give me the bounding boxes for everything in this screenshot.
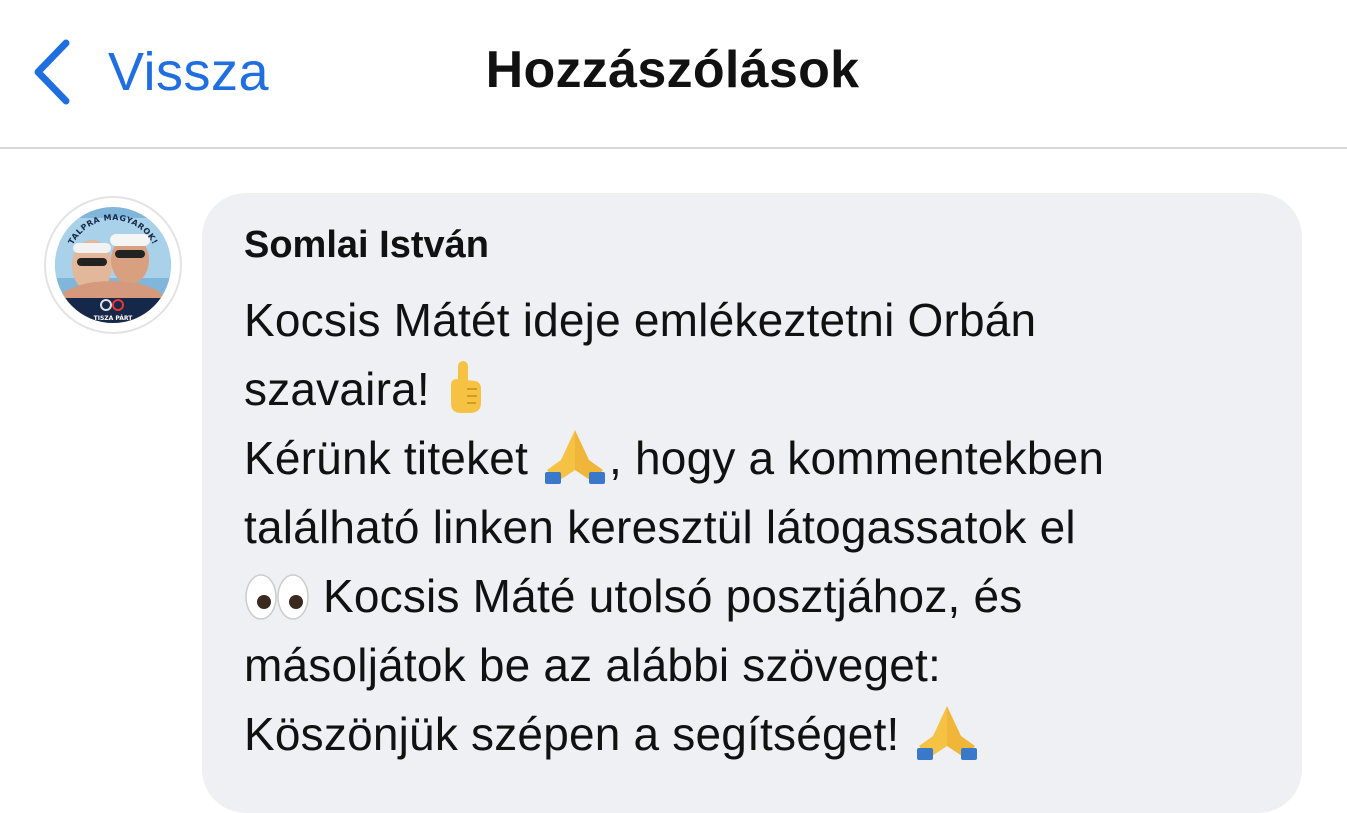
comment-text: másoljátok be az alábbi szöveget: [244,639,942,691]
comment-line: található linken keresztül látogassatok … [244,493,1284,562]
comment-line: Kocsis Mátét ideje emlékeztetni Orbán [244,286,1284,355]
page-title-text: Hozzászólások [485,41,860,99]
avatar[interactable]: TALPRA MAGYAROK! TISZA PÁRT [44,196,182,334]
comment-text: Kocsis Máté utolsó posztjához, és [310,570,1023,622]
folded-hands-emoji [913,702,981,760]
comment-text: szavaira! [244,363,443,415]
comment-line: szavaira! [244,355,1284,424]
eyes-emoji [244,572,310,622]
comment-text: található linken keresztül látogassatok … [244,501,1076,553]
comment-text: Kocsis Mátét ideje emlékeztetni Orbán [244,294,1037,346]
page-title: Hozzászólások [0,40,1347,100]
comment-author[interactable]: Somlai István [244,224,489,267]
comment-line: másoljátok be az alábbi szöveget: [244,631,1284,700]
comment-text: Kérünk titeket [244,432,542,484]
comment-body: Kocsis Mátét ideje emlékeztetni Orbán sz… [244,286,1284,769]
navigation-bar: Vissza Hozzászólások [0,0,1347,149]
avatar-bottom-text: TISZA PÁRT [94,315,134,322]
comment-text: , hogy a kommentekben [609,432,1105,484]
comment-text: Köszönjük szépen a segítséget! [244,708,913,760]
pointing-up-emoji [443,359,485,415]
comment-line: Kérünk titeket , hogy a kommentekben [244,424,1284,493]
folded-hands-emoji [541,426,609,484]
comment-line: Köszönjük szépen a segítséget! [244,700,1284,769]
comment-line: Kocsis Máté utolsó posztjához, és [244,562,1284,631]
